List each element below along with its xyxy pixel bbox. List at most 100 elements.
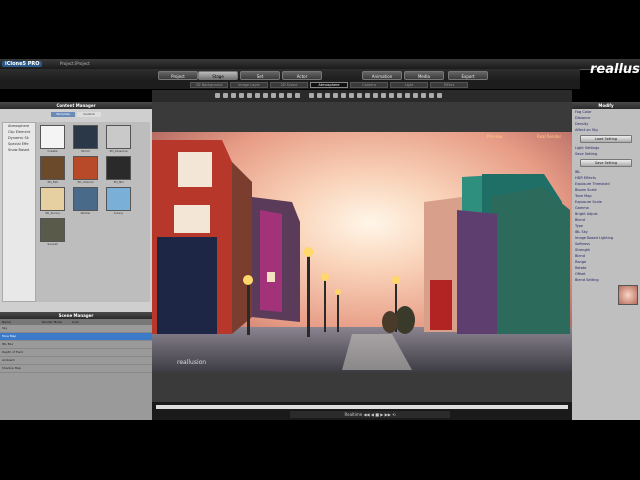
toolbar-tool-icon[interactable] (341, 93, 346, 98)
modify-button[interactable]: Load Setting (580, 135, 632, 143)
template-thumbnail[interactable]: 3D_Interior (73, 156, 103, 185)
subtab-effect[interactable]: Effect (430, 82, 468, 88)
thumbnail-image (73, 187, 98, 211)
toolbar-tool-icon[interactable] (389, 93, 394, 98)
tab-custom[interactable]: Custom (77, 112, 101, 117)
modify-title: Modify (572, 102, 640, 109)
subtab-light[interactable]: Light (390, 82, 428, 88)
subtab-2d-scene[interactable]: 2D Scene (270, 82, 308, 88)
template-thumbnail[interactable]: Create (40, 125, 70, 154)
content-manager-title: Content Manager (0, 102, 152, 109)
toolbar-tool-icon[interactable] (247, 93, 252, 98)
table-row[interactable]: Tone Map (0, 333, 152, 341)
tab-template[interactable]: Template (51, 112, 75, 117)
column-header-lock[interactable]: Lock (72, 319, 92, 325)
template-thumbnail[interactable]: Sunset (40, 218, 70, 247)
column-header-render-mode[interactable]: Render Mode (42, 319, 72, 325)
toolbar-tool-icon[interactable] (437, 93, 442, 98)
toolbar-tool-icon[interactable] (405, 93, 410, 98)
subtab-atmosphere[interactable]: Atmosphere (310, 82, 348, 88)
toolbar-tool-icon[interactable] (223, 93, 228, 98)
playback-controls[interactable]: Realtime ◀◀ ◀ ■ ▶ ▶▶ ⟲ (290, 411, 450, 418)
viewport-label-real-render: Real Render (537, 134, 561, 139)
tab-set[interactable]: Set (240, 71, 280, 80)
subtab-camera[interactable]: Camera (350, 82, 388, 88)
toolbar-tool-icon[interactable] (397, 93, 402, 98)
thumbnail-image (40, 218, 65, 242)
tab-media[interactable]: Media (404, 71, 444, 80)
toolbar-tool-icon[interactable] (421, 93, 426, 98)
thumbnail-image (106, 156, 131, 180)
table-row[interactable]: Ambient (0, 357, 152, 365)
toolbar-tool-icon[interactable] (357, 93, 362, 98)
table-row[interactable]: Depth of Field (0, 349, 152, 357)
toolbar-tool-icon[interactable] (413, 93, 418, 98)
thumbnail-label: 3D_Sunny (44, 211, 61, 215)
ibl-preview-swatch[interactable] (618, 285, 638, 305)
viewport-label-preview: Preview (487, 134, 503, 139)
toolbar-tool-icon[interactable] (239, 93, 244, 98)
modify-button[interactable]: Save Setting (580, 159, 632, 167)
tree-item[interactable]: Snow Based (3, 147, 35, 153)
toolbar-tool-icon[interactable] (429, 93, 434, 98)
scene-render: reallusion Preview Real Render (152, 102, 572, 402)
thumbnail-image (106, 187, 131, 211)
template-thumbnail[interactable]: Sunny (106, 187, 136, 216)
toolbar-tool-icon[interactable] (349, 93, 354, 98)
3d-viewport[interactable]: reallusion Preview Real Render (152, 102, 572, 402)
template-thumbnail[interactable]: 3D_Dissolve (106, 125, 136, 154)
thumbnail-image (40, 156, 65, 180)
template-thumbnail[interactable]: 3D_NO (106, 156, 136, 185)
toolbar-tool-icon[interactable] (373, 93, 378, 98)
brand-logo: reallusion (590, 62, 640, 77)
template-thumbnail[interactable]: Storm (73, 125, 103, 154)
template-thumbnail-grid: Create Storm 3D_Dissolve 3D_Fall 3D_Interior… (36, 122, 150, 302)
toolbar-tool-icon[interactable] (215, 93, 220, 98)
subtab-image-layer[interactable]: Image Layer (230, 82, 268, 88)
toolbar-tool-icon[interactable] (325, 93, 330, 98)
toolbar-tool-icon[interactable] (287, 93, 292, 98)
thumbnail-image (40, 187, 65, 211)
toolbar-tool-icon[interactable] (231, 93, 236, 98)
toolbar-tool-icon[interactable] (279, 93, 284, 98)
thumbnail-label: 3D_Interior (77, 180, 94, 184)
scene-manager-panel: Scene Manager Name Render Mode Lock Sky T… (0, 312, 152, 420)
modify-panel: Modify Fog Color Distance Density Affect on… (572, 102, 640, 420)
table-row[interactable]: Sky (0, 325, 152, 333)
thumbnail-image (73, 156, 98, 180)
tab-stage[interactable]: Stage (198, 71, 238, 80)
thumbnail-label: Sunset (47, 242, 58, 246)
tab-export[interactable]: Export (448, 71, 488, 80)
toolbar-tool-icon[interactable] (381, 93, 386, 98)
template-thumbnail[interactable]: 3D_Sunny (40, 187, 70, 216)
toolbar-tool-icon[interactable] (271, 93, 276, 98)
modify-label: Blend Setting (575, 278, 599, 282)
template-thumbnail[interactable]: Winter (73, 187, 103, 216)
thumbnail-image (40, 125, 65, 149)
toolbar-tool-icon[interactable] (365, 93, 370, 98)
thumbnail-label: Storm (80, 149, 91, 153)
timeline-scrubber[interactable] (156, 405, 568, 409)
scene-manager-title: Scene Manager (0, 312, 152, 319)
tab-actor[interactable]: Actor (282, 71, 322, 80)
thumbnail-image (73, 125, 98, 149)
thumbnail-label: Winter (80, 211, 91, 215)
table-row[interactable]: Shadow Map (0, 365, 152, 373)
thumbnail-image (106, 125, 131, 149)
toolbar-tool-icon[interactable] (295, 93, 300, 98)
toolbar-tool-icon[interactable] (317, 93, 322, 98)
toolbar-tool-icon[interactable] (255, 93, 260, 98)
subtab-3d-background[interactable]: 3D Background (190, 82, 228, 88)
toolbar-tool-icon[interactable] (263, 93, 268, 98)
toolbar-tool-icon[interactable] (309, 93, 314, 98)
thumbnail-label: Sunny (113, 211, 124, 215)
table-row[interactable]: IBL Blur (0, 341, 152, 349)
toolbar-tool-icon[interactable] (333, 93, 338, 98)
template-thumbnail[interactable]: 3D_Fall (40, 156, 70, 185)
app-logo: iClone5 PRO (2, 61, 43, 67)
modify-label: Affect on Sky (575, 128, 599, 132)
folder-tree: Atmosphere Clip Element Dynamic Sk Speci… (2, 122, 36, 302)
tab-project[interactable]: Project (158, 71, 198, 80)
thumbnail-label: 3D_NO (113, 180, 124, 184)
tab-animation[interactable]: Animation (362, 71, 402, 80)
